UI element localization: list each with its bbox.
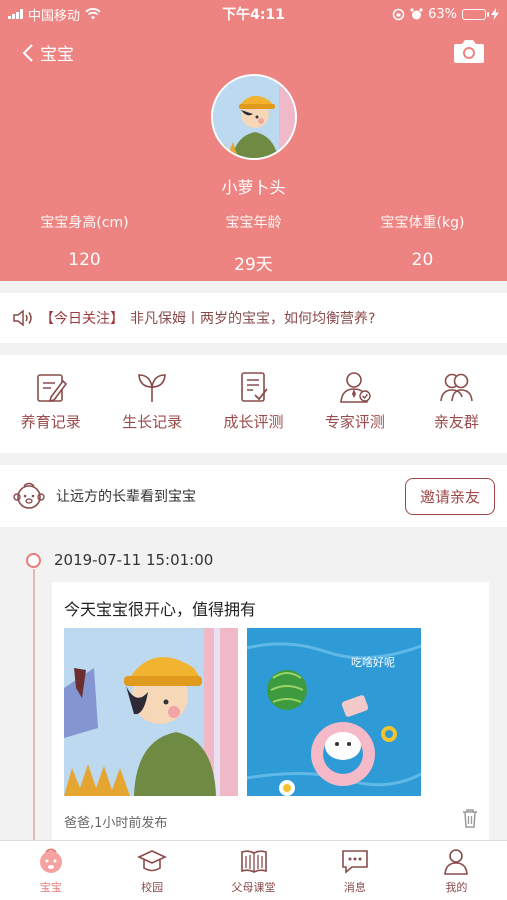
invite-family-button[interactable]: 邀请亲友 (404, 477, 495, 515)
alarm-icon (410, 7, 423, 19)
invite-bar: 让远方的长辈看到宝宝 邀请亲友 (0, 465, 507, 527)
camera-button[interactable] (453, 38, 485, 68)
speaker-icon (13, 309, 32, 327)
timeline: 2019-07-11 15:01:00 今天宝宝很开心，值得拥有 吃啥好呢 爸爸… (0, 527, 507, 840)
chevron-left-icon (22, 43, 33, 62)
pool-illustration: 吃啥好呢 (247, 628, 421, 796)
avatar-illustration (213, 76, 295, 158)
tab-label: 校园 (141, 881, 164, 894)
signal-icon (8, 9, 23, 19)
daily-focus-notice[interactable]: 【今日关注】 非凡保姆丨两岁的宝宝，如何均衡营养? (0, 293, 507, 343)
trash-icon (463, 809, 477, 828)
sprout-icon (138, 374, 166, 402)
tab-parent-class[interactable]: 父母课堂 (203, 841, 304, 900)
graduation-cap-icon (137, 850, 168, 872)
post-card[interactable]: 今天宝宝很开心，值得拥有 吃啥好呢 爸爸,1小时前发布 (52, 582, 489, 840)
stat-label: 宝宝年龄 (225, 215, 282, 231)
baby-stats: 宝宝身高(cm) 120 宝宝年龄 29天 宝宝体重(kg) 20 (0, 212, 507, 275)
charging-icon (491, 8, 499, 20)
boy-illustration (64, 628, 238, 796)
back-button[interactable]: 宝宝 (22, 40, 74, 65)
menu-label: 专家评测 (324, 413, 385, 431)
tab-label: 宝宝 (39, 881, 62, 894)
stat-age: 宝宝年龄 29天 (169, 212, 338, 275)
wifi-icon (85, 8, 101, 20)
baby-profile-header: 宝宝 小萝卜头 宝宝身高(cm) 120 宝宝年龄 29天 宝宝体重(kg) 2… (0, 28, 507, 281)
menu-label: 生长记录 (122, 413, 183, 431)
invite-text: 让远方的长辈看到宝宝 (56, 489, 196, 505)
menu-label: 养育记录 (20, 413, 81, 431)
menu-expert-evaluation[interactable]: 专家评测 (304, 369, 405, 453)
chat-bubble-icon (342, 850, 368, 874)
stat-label: 宝宝身高(cm) (40, 215, 129, 231)
post-image-pool[interactable]: 吃啥好呢 (247, 628, 421, 796)
tab-me[interactable]: 我的 (406, 841, 507, 900)
timeline-dot (26, 553, 41, 568)
stat-value: 20 (411, 250, 434, 270)
user-icon (444, 849, 469, 875)
baby-face-icon (13, 482, 45, 509)
quick-menu: 养育记录 生长记录 成长评测 专家评测 亲友群 (0, 355, 507, 453)
stat-height: 宝宝身高(cm) 120 (0, 212, 169, 275)
orientation-lock-icon (392, 8, 405, 20)
camera-icon (454, 40, 484, 63)
tab-label: 我的 (445, 881, 468, 894)
stat-weight: 宝宝体重(kg) 20 (338, 212, 507, 275)
expert-person-icon (340, 372, 371, 403)
notebook-pencil-icon (36, 374, 67, 403)
menu-label: 成长评测 (223, 413, 284, 431)
post-text: 今天宝宝很开心，值得拥有 (64, 600, 257, 619)
notice-text: 非凡保姆丨两岁的宝宝，如何均衡营养? (130, 311, 376, 327)
pool-caption: 吃啥好呢 (351, 655, 395, 669)
tab-label: 父母课堂 (231, 881, 276, 894)
battery-icon (462, 8, 489, 20)
tab-messages[interactable]: 消息 (304, 841, 405, 900)
open-book-icon (240, 850, 267, 873)
tab-campus[interactable]: 校园 (101, 841, 202, 900)
menu-parenting-record[interactable]: 养育记录 (0, 369, 101, 453)
menu-growth-record[interactable]: 生长记录 (101, 369, 202, 453)
tab-bar: 宝宝 校园 父母课堂 消息 我的 (0, 840, 507, 900)
timeline-line (33, 569, 35, 840)
stat-value: 120 (68, 250, 101, 270)
timeline-date: 2019-07-11 15:01:00 (54, 551, 214, 569)
back-label: 宝宝 (40, 45, 74, 65)
tab-label: 消息 (343, 881, 366, 894)
status-bar: 中国移动 下午4:11 63% (0, 0, 507, 28)
battery-percent: 63% (428, 6, 457, 22)
stat-value: 29天 (234, 255, 273, 275)
notice-tag: 【今日关注】 (40, 311, 124, 327)
menu-label: 亲友群 (433, 413, 479, 431)
avatar[interactable] (211, 74, 297, 160)
post-meta: 爸爸,1小时前发布 (64, 816, 168, 831)
baby-face-icon (39, 848, 62, 873)
menu-family-group[interactable]: 亲友群 (406, 369, 507, 453)
group-icon (440, 373, 474, 402)
status-time: 下午4:11 (222, 7, 285, 23)
tab-baby[interactable]: 宝宝 (0, 841, 101, 900)
clipboard-check-icon (240, 372, 268, 402)
baby-name: 小萝卜头 (221, 178, 286, 197)
menu-growth-evaluation[interactable]: 成长评测 (203, 369, 304, 453)
carrier-label: 中国移动 (28, 8, 81, 24)
post-image-boy[interactable] (64, 628, 238, 796)
stat-label: 宝宝体重(kg) (380, 215, 465, 231)
delete-button[interactable] (461, 808, 479, 832)
